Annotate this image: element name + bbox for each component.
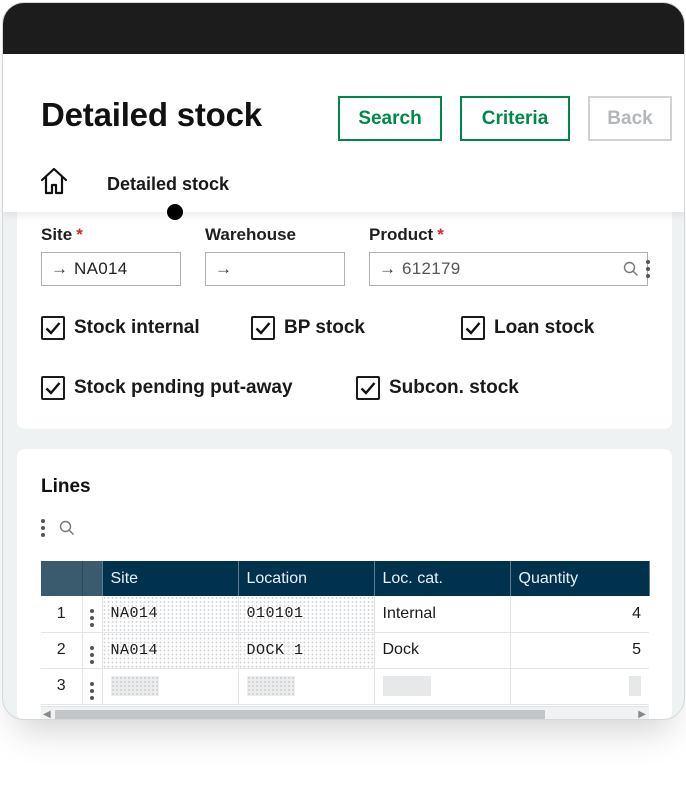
product-input[interactable]	[402, 259, 623, 279]
loading-placeholder	[110, 676, 159, 696]
column-header-location[interactable]: Location	[238, 561, 375, 596]
checkbox-stock-pending-put-away[interactable]: Stock pending put-away	[41, 376, 293, 400]
kebab-menu-icon[interactable]	[90, 645, 94, 664]
kebab-menu-icon[interactable]	[646, 260, 650, 278]
table-row[interactable]: 2 NA014 DOCK 1 Dock 5	[41, 632, 649, 669]
lines-panel: Lines Site Location Loc. cat. Quantity 1…	[17, 449, 672, 719]
lines-toolbar	[41, 519, 75, 537]
active-tab-indicator	[167, 204, 183, 220]
scroll-left-icon[interactable]: ◀	[43, 709, 51, 719]
loading-placeholder	[382, 676, 431, 696]
lines-table: Site Location Loc. cat. Quantity 1 NA014…	[41, 561, 650, 705]
site-field[interactable]: →	[41, 252, 299, 286]
search-icon[interactable]	[59, 520, 75, 536]
page-header: Detailed stock Search Criteria Back Deta…	[3, 54, 684, 212]
checkbox-stock-internal[interactable]: Stock internal	[41, 316, 200, 340]
loading-placeholder	[629, 676, 641, 696]
cell-location-loading	[238, 668, 375, 705]
warehouse-label: Warehouse	[205, 225, 297, 244]
loading-placeholder	[246, 676, 295, 696]
product-field[interactable]: →	[369, 252, 650, 286]
page-title: Detailed stock	[41, 96, 262, 133]
scroll-right-icon[interactable]: ▶	[638, 709, 646, 719]
cell-location[interactable]: 010101	[238, 596, 375, 633]
column-header-quantity[interactable]: Quantity	[510, 561, 650, 596]
home-icon[interactable]	[39, 166, 69, 196]
arrow-right-icon: →	[215, 259, 232, 278]
lines-title: Lines	[41, 476, 91, 497]
row-number: 1	[41, 596, 83, 633]
checkmark-icon[interactable]	[356, 376, 380, 400]
criteria-button[interactable]: Criteria	[460, 96, 570, 141]
cell-quantity[interactable]: 4	[510, 596, 649, 633]
site-label: Site *	[41, 225, 83, 244]
cell-quantity[interactable]: 5	[510, 632, 649, 669]
search-button[interactable]: Search	[338, 96, 442, 141]
cell-site[interactable]: NA014	[102, 632, 239, 669]
table-row[interactable]: 3	[41, 668, 649, 705]
row-actions-header	[82, 561, 103, 596]
row-number-header	[41, 561, 83, 596]
scrollbar-thumb[interactable]	[55, 710, 545, 719]
cell-loc-cat[interactable]: Internal	[374, 596, 511, 633]
device-frame: Detailed stock Search Criteria Back Deta…	[2, 2, 685, 720]
search-icon[interactable]	[623, 261, 639, 277]
checkmark-icon[interactable]	[461, 316, 485, 340]
row-number: 2	[41, 632, 83, 669]
criteria-panel: Site* → Warehouse → Product* →	[17, 203, 672, 429]
kebab-menu-icon[interactable]	[90, 681, 94, 700]
cell-quantity-loading	[510, 668, 649, 705]
cell-loc-cat-loading	[374, 668, 511, 705]
table-header-row: Site Location Loc. cat. Quantity	[41, 561, 650, 596]
back-button[interactable]: Back	[588, 96, 672, 141]
checkbox-bp-stock[interactable]: BP stock	[251, 316, 365, 340]
checkbox-loan-stock[interactable]: Loan stock	[461, 316, 594, 340]
kebab-menu-icon[interactable]	[41, 519, 45, 537]
table-row[interactable]: 1 NA014 010101 Internal 4	[41, 596, 649, 633]
breadcrumb[interactable]: Detailed stock	[107, 174, 229, 195]
cell-location[interactable]: DOCK 1	[238, 632, 375, 669]
warehouse-field[interactable]: →	[205, 252, 486, 286]
cell-site-loading	[102, 668, 239, 705]
checkmark-icon[interactable]	[251, 316, 275, 340]
arrow-right-icon: →	[379, 259, 396, 278]
row-number: 3	[41, 668, 83, 705]
cell-loc-cat[interactable]: Dock	[374, 632, 511, 669]
column-header-loc-cat[interactable]: Loc. cat.	[374, 561, 511, 596]
product-label: Product *	[369, 225, 444, 244]
column-header-site[interactable]: Site	[102, 561, 239, 596]
device-status-bar	[3, 3, 684, 54]
checkbox-subcon-stock[interactable]: Subcon. stock	[356, 376, 519, 400]
arrow-right-icon: →	[51, 259, 68, 278]
cell-site[interactable]: NA014	[102, 596, 239, 633]
kebab-menu-icon[interactable]	[90, 609, 94, 628]
checkmark-icon[interactable]	[41, 376, 65, 400]
checkmark-icon[interactable]	[41, 316, 65, 340]
horizontal-scrollbar[interactable]: ◀ ▶	[41, 706, 649, 719]
